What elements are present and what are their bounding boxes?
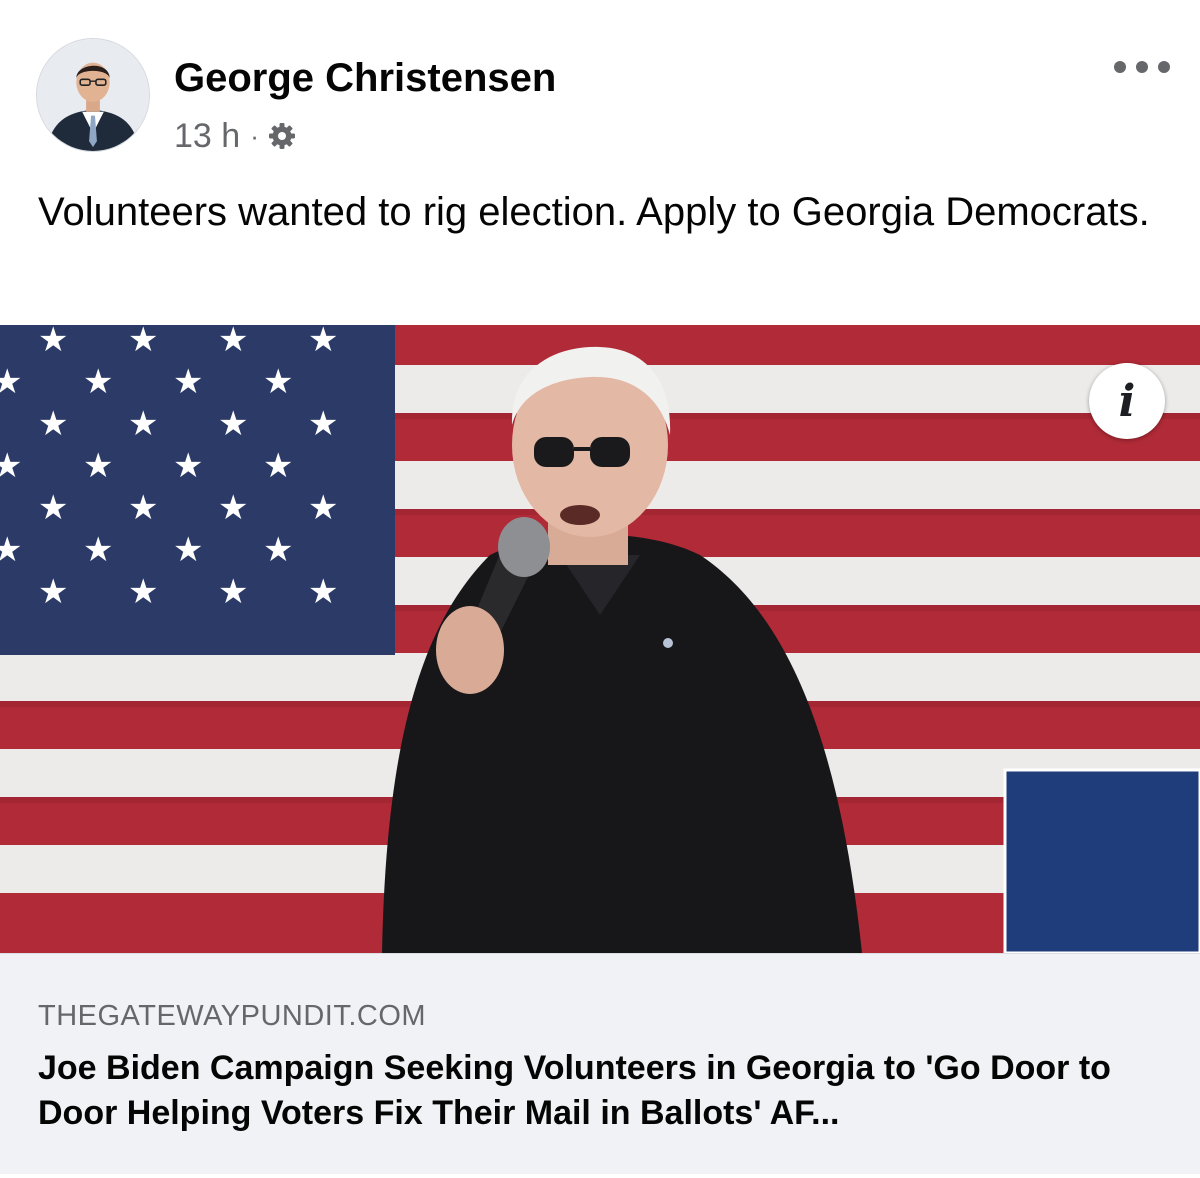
svg-text:★: ★ — [263, 362, 293, 402]
info-button[interactable]: i — [1089, 363, 1165, 439]
more-options-icon[interactable] — [1114, 54, 1170, 80]
author-avatar[interactable] — [36, 38, 150, 152]
svg-text:★: ★ — [83, 446, 113, 486]
facebook-post: George Christensen 13 h · Volunteers wan… — [0, 0, 1200, 1178]
more-dot — [1158, 61, 1170, 73]
svg-text:★: ★ — [218, 572, 248, 612]
svg-text:★: ★ — [38, 572, 68, 612]
svg-text:★: ★ — [218, 325, 248, 360]
more-dot — [1114, 61, 1126, 73]
svg-text:★: ★ — [263, 530, 293, 570]
avatar-image — [37, 39, 149, 151]
flag-speaker-photo: ★ ★ ★ ★ ★ ★ ★ ★ ★ ★ ★ ★ ★ ★ ★ ★ ★ ★ ★ ★ ★ ★ ★ ★ ★ ★ ★ ★ — [0, 325, 1200, 953]
link-headline[interactable]: Joe Biden Campaign Seeking Volunteers in… — [38, 1046, 1168, 1136]
svg-text:★: ★ — [0, 362, 22, 402]
svg-text:★: ★ — [308, 572, 338, 612]
svg-text:★: ★ — [218, 488, 248, 528]
svg-text:★: ★ — [0, 446, 22, 486]
more-dot — [1136, 61, 1148, 73]
post-meta: 13 h · — [174, 114, 297, 158]
svg-text:★: ★ — [83, 362, 113, 402]
svg-text:★: ★ — [128, 325, 158, 360]
svg-text:★: ★ — [38, 404, 68, 444]
svg-text:★: ★ — [128, 404, 158, 444]
svg-text:★: ★ — [308, 325, 338, 360]
svg-text:★: ★ — [128, 572, 158, 612]
svg-text:★: ★ — [308, 488, 338, 528]
svg-text:★: ★ — [218, 404, 248, 444]
link-domain: THEGATEWAYPUNDIT.COM — [38, 1000, 427, 1032]
svg-text:★: ★ — [173, 530, 203, 570]
svg-text:★: ★ — [38, 488, 68, 528]
meta-separator: · — [250, 120, 259, 151]
svg-text:★: ★ — [38, 325, 68, 360]
svg-text:★: ★ — [308, 404, 338, 444]
svg-text:★: ★ — [173, 362, 203, 402]
link-preview-card[interactable]: THEGATEWAYPUNDIT.COM Joe Biden Campaign … — [0, 953, 1200, 1174]
svg-text:★: ★ — [128, 488, 158, 528]
svg-text:★: ★ — [83, 530, 113, 570]
author-name[interactable]: George Christensen — [174, 56, 556, 101]
link-preview-image[interactable]: ★ ★ ★ ★ ★ ★ ★ ★ ★ ★ ★ ★ ★ ★ ★ ★ ★ ★ ★ ★ ★ ★ ★ ★ ★ ★ ★ ★ — [0, 325, 1200, 953]
post-timestamp[interactable]: 13 h — [174, 117, 240, 156]
svg-text:★: ★ — [0, 530, 22, 570]
svg-text:★: ★ — [173, 446, 203, 486]
post-caption: Volunteers wanted to rig election. Apply… — [38, 190, 1150, 234]
svg-text:★: ★ — [263, 446, 293, 486]
gear-icon[interactable] — [267, 121, 297, 151]
